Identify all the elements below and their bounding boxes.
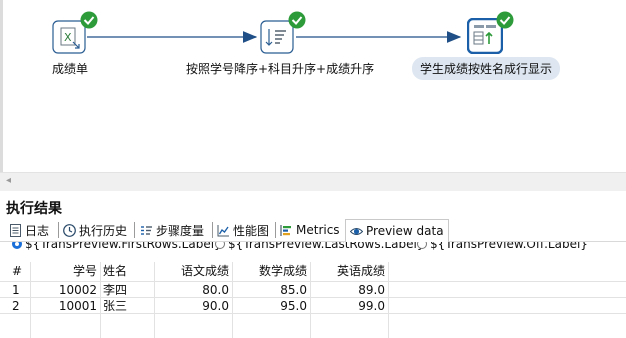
preview-eye-icon (350, 227, 363, 235)
tab-label: Metrics (296, 223, 340, 237)
table-cell: 85.0 (280, 283, 307, 297)
table-cell: 10002 (58, 283, 97, 297)
check-icon (496, 11, 514, 32)
svg-text:X: X (64, 31, 72, 44)
canvas-horizontal-scrollbar[interactable]: ◂ (0, 172, 626, 191)
tab-step-metrics[interactable]: 步骤度量 (140, 219, 204, 241)
column-header-english[interactable]: 英语成绩 (310, 262, 385, 281)
tab-label: 性能图 (233, 223, 270, 238)
radio-label: ${TransPreview.FirstRows.Label} (25, 242, 222, 251)
tab-metrics[interactable]: Metrics (280, 219, 340, 241)
table-cell: 10001 (58, 299, 97, 313)
step-label-1[interactable]: 成绩单 (52, 60, 88, 77)
tab-divider (134, 222, 135, 238)
radio-button[interactable] (417, 242, 427, 249)
tab-divider (275, 222, 276, 238)
tab-label: 执行历史 (79, 223, 128, 238)
table-cell: 89.0 (358, 283, 385, 297)
check-icon (288, 11, 306, 32)
radio-first-rows[interactable]: ${TransPreview.FirstRows.Label} (12, 242, 222, 251)
history-icon (63, 223, 76, 237)
radio-label: ${TransPreview.LastRows.Label} (228, 242, 425, 251)
tab-performance-chart[interactable]: 性能图 (217, 219, 269, 241)
log-icon (10, 223, 21, 237)
preview-mode-radio-group: ${TransPreview.FirstRows.Label} ${TransP… (0, 242, 626, 254)
table-cell: 李四 (103, 283, 128, 297)
column-header-chinese[interactable]: 语文成绩 (154, 262, 229, 281)
table-cell: 99.0 (358, 299, 385, 313)
step-metrics-icon (141, 225, 152, 235)
tab-label: Preview data (366, 224, 444, 238)
tab-preview-data[interactable]: Preview data (345, 219, 449, 242)
metrics-icon (280, 224, 291, 236)
column-divider (388, 262, 389, 338)
column-divider (100, 262, 101, 338)
radio-last-rows[interactable]: ${TransPreview.LastRows.Label} (215, 242, 424, 251)
column-header-math[interactable]: 数学成绩 (232, 262, 307, 281)
scroll-left-icon[interactable]: ◂ (6, 175, 11, 186)
column-header-student-id[interactable]: 学号 (30, 262, 97, 281)
tab-label: 步骤度量 (156, 223, 205, 238)
radio-button[interactable] (12, 242, 22, 249)
step-label-2[interactable]: 按照学号降序+科目升序+成绩升序 (186, 60, 374, 77)
results-tab-bar: 日志 执行历史 步骤度量 性能图 Metrics Preview data (0, 219, 626, 242)
tab-divider (58, 222, 59, 238)
column-header-index[interactable]: # (12, 262, 22, 281)
table-cell: 90.0 (202, 299, 229, 313)
radio-button[interactable] (215, 242, 225, 249)
tab-label: 日志 (25, 223, 50, 238)
table-cell: 2 (12, 299, 20, 313)
table-cell: 80.0 (202, 283, 229, 297)
performance-chart-icon (217, 224, 229, 236)
results-panel-title: 执行结果 (6, 201, 62, 217)
radio-label: ${TransPreview.Off.Label} (430, 242, 588, 251)
transformation-canvas[interactable]: X 成绩单 按照学号降序+科目升序+成绩升序 学生成绩按姓名成行显示 (0, 0, 626, 172)
table-cell: 95.0 (280, 299, 307, 313)
step-label-3[interactable]: 学生成绩按姓名成行显示 (412, 57, 561, 80)
tab-log[interactable]: 日志 (9, 219, 49, 241)
tab-divider (212, 222, 213, 238)
column-header-name[interactable]: 姓名 (103, 262, 127, 281)
table-cell: 张三 (103, 299, 128, 313)
check-icon (80, 11, 98, 32)
radio-off[interactable]: ${TransPreview.Off.Label} (417, 242, 588, 251)
table-cell: 1 (12, 283, 20, 297)
tab-history[interactable]: 执行历史 (63, 219, 127, 241)
preview-data-table: # 学号 姓名 语文成绩 数学成绩 英语成绩 1 10002 李四 80.0 8… (0, 262, 626, 338)
